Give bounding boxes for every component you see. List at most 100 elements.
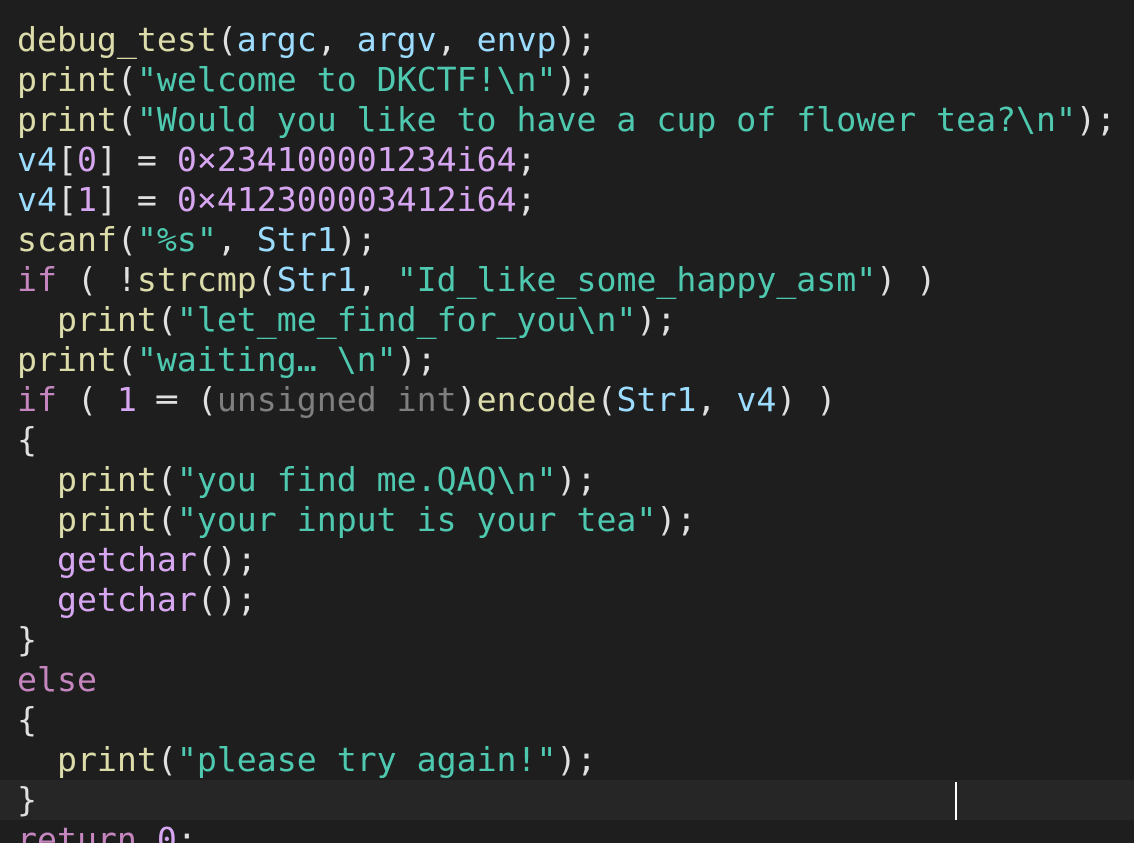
code-token: "Id_like_some_happy_asm" — [396, 260, 877, 299]
code-token: "you find me.QAQ\n" — [176, 460, 557, 499]
code-line[interactable]: getchar(); — [0, 580, 1134, 620]
code-token: encode — [476, 380, 597, 419]
code-line[interactable]: print("waiting… \n"); — [0, 340, 1134, 380]
code-token: ); — [556, 20, 597, 59]
code-token: print — [56, 500, 157, 539]
code-line[interactable]: getchar(); — [0, 540, 1134, 580]
code-token: v4 — [17, 180, 57, 219]
code-token: if — [17, 260, 57, 299]
code-token: 1 — [76, 180, 97, 219]
code-token: print — [17, 60, 117, 99]
code-token: strcmp — [136, 260, 257, 299]
code-token: "let_me_find_for_you\n" — [176, 300, 637, 339]
code-line[interactable]: debug_test(argc, argv, envp); — [0, 20, 1134, 60]
code-token: ] = — [96, 180, 177, 219]
code-token: print — [56, 300, 157, 339]
code-line[interactable]: v4[0] = 0×234100001234i64; — [0, 140, 1134, 180]
code-token: else — [17, 660, 97, 699]
code-token: print — [17, 100, 117, 139]
code-token: "please try again!" — [176, 740, 557, 779]
code-token: ] = — [96, 140, 177, 179]
code-line[interactable]: print("please try again!"); — [0, 740, 1134, 780]
code-token: ( — [596, 380, 617, 419]
code-token: ; — [176, 820, 197, 843]
code-token: 0×234100001234i64 — [176, 140, 517, 179]
code-token: ( — [156, 460, 177, 499]
code-line[interactable]: } — [0, 620, 1134, 660]
code-token: { — [17, 420, 37, 459]
code-token: getchar — [56, 540, 197, 579]
code-token: , — [356, 260, 397, 299]
code-token: ) ) — [776, 380, 837, 419]
code-token: , — [216, 220, 257, 259]
code-line[interactable]: { — [0, 420, 1134, 460]
code-token: ( — [256, 260, 277, 299]
code-token: [ — [56, 140, 77, 179]
code-token: } — [17, 620, 37, 659]
code-token: ( — [116, 340, 137, 379]
code-token: ( ! — [56, 260, 137, 299]
code-line[interactable]: print("Would you like to have a cup of f… — [0, 100, 1134, 140]
code-line[interactable]: print("let_me_find_for_you\n"); — [0, 300, 1134, 340]
code-line[interactable]: print("welcome to DKCTF!\n"); — [0, 60, 1134, 100]
code-token: if — [17, 380, 57, 419]
code-line[interactable]: if ( !strcmp(Str1, "Id_like_some_happy_a… — [0, 260, 1134, 300]
code-line[interactable]: { — [0, 700, 1134, 740]
code-line[interactable]: scanf("%s", Str1); — [0, 220, 1134, 260]
code-token: ; — [516, 180, 537, 219]
code-line[interactable]: v4[1] = 0×412300003412i64; — [0, 180, 1134, 220]
code-token: getchar — [56, 580, 197, 619]
code-token: "Would you like to have a cup of flower … — [136, 100, 1076, 139]
code-line[interactable]: return 0; — [0, 820, 1134, 843]
code-token: } — [17, 780, 37, 819]
code-token: ) — [456, 380, 477, 419]
code-token: , — [316, 20, 357, 59]
code-token: argv — [356, 20, 437, 59]
code-token: ); — [336, 220, 377, 259]
code-token: ( — [216, 20, 237, 59]
code-token: ); — [636, 300, 677, 339]
code-token: ( — [156, 300, 177, 339]
text-cursor — [955, 782, 957, 820]
code-token: 0 — [76, 140, 97, 179]
code-token: scanf — [17, 220, 117, 259]
code-token: debug_test — [17, 20, 217, 59]
code-token: print — [56, 460, 157, 499]
code-token: ( — [156, 740, 177, 779]
code-token: ) ) — [876, 260, 937, 299]
code-token: , — [436, 20, 477, 59]
code-line[interactable]: print("your input is your tea"); — [0, 500, 1134, 540]
code-token: "waiting… \n" — [136, 340, 397, 379]
code-token: [ — [56, 180, 77, 219]
code-token: (); — [196, 580, 257, 619]
code-editor[interactable]: debug_test(argc, argv, envp); print("welc… — [0, 0, 1134, 843]
code-token: return — [17, 820, 137, 843]
code-token: print — [17, 340, 117, 379]
code-token: , — [696, 380, 737, 419]
code-token: ); — [396, 340, 437, 379]
code-token: "your input is your tea" — [176, 500, 657, 539]
code-token: ); — [656, 500, 697, 539]
code-token: ; — [516, 140, 537, 179]
code-token: ( — [116, 100, 137, 139]
code-token: argc — [236, 20, 317, 59]
code-token: { — [17, 700, 37, 739]
code-line[interactable]: else — [0, 660, 1134, 700]
code-token: ); — [1075, 100, 1116, 139]
code-token: ( — [156, 500, 177, 539]
code-token: (); — [196, 540, 257, 579]
code-line[interactable]: } — [0, 780, 1134, 820]
code-token: print — [56, 740, 157, 779]
code-token: ( — [116, 220, 137, 259]
code-token: Str1 — [616, 380, 697, 419]
code-token: Str1 — [276, 260, 357, 299]
code-line[interactable]: if ( 1 ═ (unsigned int)encode(Str1, v4) … — [0, 380, 1134, 420]
code-line[interactable]: print("you find me.QAQ\n"); — [0, 460, 1134, 500]
